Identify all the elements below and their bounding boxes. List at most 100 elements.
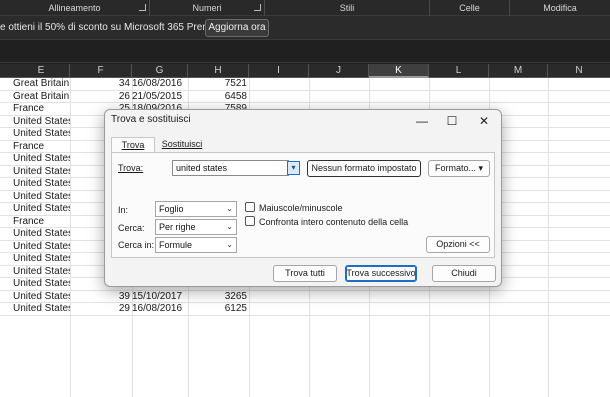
ribbon-group-cells: Celle	[430, 0, 510, 16]
cell-h[interactable]: 7521	[188, 78, 247, 91]
cell-e[interactable]: United States	[13, 116, 70, 129]
column-header-i[interactable]: I	[249, 64, 309, 78]
cell-e[interactable]: United States	[13, 266, 70, 279]
upgrade-button[interactable]: Aggiorna ora	[205, 19, 269, 37]
format-button[interactable]: Formato... ▾	[428, 160, 490, 177]
in-select-value: Foglio	[159, 204, 184, 214]
cell-g[interactable]: 16/08/2016	[132, 303, 184, 316]
find-input[interactable]: united states	[172, 160, 289, 176]
ribbon-group-numbers: Numeri	[150, 0, 265, 16]
find-all-button[interactable]: Trova tutti	[273, 265, 337, 282]
cell-e[interactable]: United States	[13, 253, 70, 266]
in-label: In:	[118, 205, 129, 215]
cell-e[interactable]: United States	[13, 278, 70, 291]
find-label: Trova:	[118, 163, 144, 173]
ribbon-group-label: Allineamento	[48, 3, 101, 13]
dropdown-arrow-icon: ⌄	[226, 240, 233, 249]
close-button[interactable]: Chiudi	[432, 265, 496, 282]
column-header-j[interactable]: J	[309, 64, 369, 78]
ribbon-group-label: Numeri	[192, 3, 222, 13]
tab-replace[interactable]: Sostituisci	[157, 137, 207, 153]
cell-e[interactable]: United States	[13, 203, 70, 216]
dropdown-arrow-icon: ⌄	[226, 204, 233, 213]
format-status: Nessun formato impostato	[307, 160, 421, 177]
cell-e[interactable]: France	[13, 141, 70, 154]
cell-f[interactable]: 39	[70, 291, 130, 304]
look-in-select-value: Formule	[159, 240, 193, 250]
close-icon[interactable]: ✕	[469, 112, 499, 130]
tab-replace-label: Sostituisci	[161, 139, 203, 149]
tab-find-label: Trova	[121, 140, 145, 150]
match-entire-label: Confronta intero contenuto della cella	[259, 217, 409, 227]
cell-h[interactable]: 3265	[188, 291, 247, 304]
match-entire-checkbox[interactable]	[245, 216, 255, 226]
column-header-g[interactable]: G	[132, 64, 188, 78]
column-headers: E F G H I J K L M N	[0, 64, 610, 78]
match-case-checkbox[interactable]	[245, 202, 255, 212]
cell-e[interactable]: United States	[13, 166, 70, 179]
column-header-f[interactable]: F	[70, 64, 132, 78]
cell-h[interactable]: 6125	[188, 303, 247, 316]
cell-e[interactable]: United States	[13, 291, 70, 304]
column-header-m[interactable]: M	[489, 64, 548, 78]
find-panel: Trova: united states ▾ Nessun formato im…	[111, 152, 495, 258]
table-row: Great Britain 26 21/05/2015 6458	[0, 91, 610, 104]
message-bar: e ottieni il 50% di sconto su Microsoft …	[0, 16, 610, 40]
cell-e[interactable]: United States	[13, 153, 70, 166]
ribbon-group-label: Stili	[339, 3, 355, 13]
cell-g[interactable]: 21/05/2015	[132, 91, 184, 104]
cell-e[interactable]: United States	[13, 303, 70, 316]
format-button-label: Formato...	[434, 163, 476, 173]
table-row: Great Britain 34 16/08/2016 7521	[0, 78, 610, 91]
look-in-label: Cerca in:	[118, 240, 155, 250]
ribbon-group-label: Celle	[459, 3, 480, 13]
cell-e[interactable]: Great Britain	[13, 91, 70, 104]
cell-e[interactable]: France	[13, 103, 70, 116]
dropdown-arrow-icon: ⌄	[226, 222, 233, 231]
find-next-button[interactable]: Trova successivo	[345, 265, 417, 282]
ribbon-group-editing: Modifica	[510, 0, 610, 16]
column-header-e[interactable]: E	[13, 64, 70, 78]
find-replace-dialog: Trova e sostituisci — ☐ ✕ Trova Sostitui…	[104, 109, 502, 287]
cell-f[interactable]: 26	[70, 91, 130, 104]
cell-f[interactable]: 34	[70, 78, 130, 91]
column-header-k[interactable]: K	[369, 64, 429, 78]
search-label: Cerca:	[118, 223, 145, 233]
options-button[interactable]: Opzioni <<	[426, 236, 490, 253]
table-row: United States 39 15/10/2017 3265	[0, 291, 610, 304]
cell-e[interactable]: United States	[13, 178, 70, 191]
column-header-l[interactable]: L	[429, 64, 489, 78]
column-header-n[interactable]: N	[548, 64, 610, 78]
minimize-icon[interactable]: —	[407, 112, 437, 130]
maximize-icon[interactable]: ☐	[437, 112, 467, 130]
formula-bar[interactable]	[0, 41, 610, 63]
cell-h[interactable]: 6458	[188, 91, 247, 104]
cell-e[interactable]: United States	[13, 241, 70, 254]
dialog-launcher-icon[interactable]	[139, 4, 146, 11]
excel-window: Allineamento Numeri Stili Celle Modifica…	[0, 0, 610, 397]
ribbon-group-styles: Stili	[265, 0, 430, 16]
ribbon-group-alignment: Allineamento	[0, 0, 150, 16]
cell-f[interactable]: 29	[70, 303, 130, 316]
message-text: e ottieni il 50% di sconto su Microsoft …	[0, 22, 230, 33]
cell-g[interactable]: 15/10/2017	[132, 291, 184, 304]
cell-e[interactable]: Great Britain	[13, 78, 70, 91]
match-case-label: Maiuscole/minuscole	[259, 203, 343, 213]
in-select[interactable]: Foglio ⌄	[155, 201, 237, 217]
table-row: United States 29 16/08/2016 6125	[0, 303, 610, 316]
dialog-launcher-icon[interactable]	[254, 4, 261, 11]
dialog-title: Trova e sostituisci	[111, 114, 191, 125]
cell-g[interactable]: 16/08/2016	[132, 78, 184, 91]
cell-e[interactable]: United States	[13, 128, 70, 141]
ribbon-group-labels: Allineamento Numeri Stili Celle Modifica	[0, 0, 610, 16]
ribbon-group-label: Modifica	[543, 3, 577, 13]
look-in-select[interactable]: Formule ⌄	[155, 237, 237, 253]
search-select[interactable]: Per righe ⌄	[155, 219, 237, 235]
cell-e[interactable]: United States	[13, 191, 70, 204]
dropdown-arrow-icon[interactable]: ▾	[287, 161, 300, 175]
chevron-down-icon: ▾	[478, 163, 484, 173]
cell-e[interactable]: France	[13, 216, 70, 229]
tab-find[interactable]: Trova	[111, 137, 155, 153]
cell-e[interactable]: United States	[13, 228, 70, 241]
column-header-h[interactable]: H	[188, 64, 249, 78]
